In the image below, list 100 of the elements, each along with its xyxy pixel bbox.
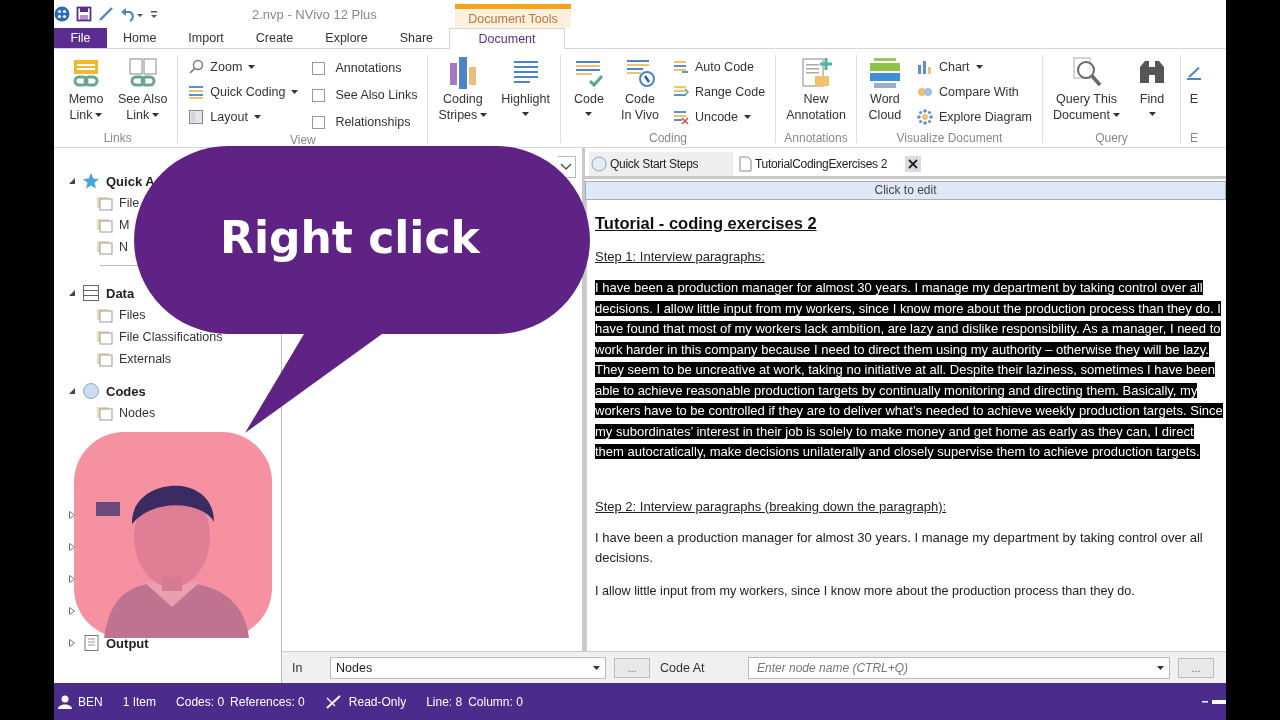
folder-icon: [96, 195, 114, 211]
paragraph: I have been a production manager for almost 30 years. I manage my department by taking control over all decisions.: [595, 528, 1204, 567]
expanded-icon[interactable]: [68, 177, 76, 185]
read-only-status: Read-Only: [348, 694, 407, 709]
ribbon-button[interactable]: Uncode: [670, 107, 768, 127]
collapsed-icon[interactable]: [68, 543, 76, 551]
node-type-dropdown[interactable]: Nodes: [330, 656, 606, 679]
group-label: Links: [103, 131, 132, 147]
nav-item[interactable]: File Classifications: [119, 330, 223, 344]
item-count: 1 Item: [122, 694, 157, 709]
checkbox[interactable]: See Also Links: [310, 84, 420, 106]
group-label: View: [289, 133, 316, 147]
zoom-control-icon[interactable]: [1202, 698, 1226, 705]
nav-item[interactable]: M: [119, 218, 130, 232]
nav-item[interactable]: Files: [119, 308, 146, 322]
ribbon-button[interactable]: Chart: [914, 57, 1034, 77]
circle-icon: [82, 382, 100, 400]
ribbon-button[interactable]: Explore Diagram: [914, 107, 1034, 127]
collapsed-icon[interactable]: [68, 575, 76, 583]
group-label: Coding: [649, 131, 688, 147]
folder-icon: [96, 307, 114, 323]
auto-code-icon: [672, 59, 689, 75]
ribbon-tab[interactable]: Explore: [309, 28, 384, 48]
browse-button[interactable]: ...: [614, 657, 650, 678]
ribbon-button[interactable]: Memo Link: [62, 53, 110, 125]
ribbon-button[interactable]: Auto Code: [670, 57, 768, 77]
ribbon-button[interactable]: Code In Vivo: [614, 53, 665, 125]
close-icon[interactable]: [905, 156, 921, 172]
checkbox[interactable]: Annotations: [310, 57, 420, 79]
ribbon-button[interactable]: E: [1185, 53, 1203, 109]
folder-icon: [96, 329, 114, 345]
layout-icon: [188, 109, 205, 125]
nav-section[interactable]: Data: [106, 285, 135, 301]
ribbon-button[interactable]: New Annotation: [780, 53, 852, 125]
browse-button[interactable]: ...: [1178, 657, 1214, 678]
group-label: E: [1190, 131, 1198, 147]
ribbon-button[interactable]: Quick Coding: [186, 82, 301, 102]
ribbon-button[interactable]: Code: [564, 53, 613, 118]
document-heading: Step 1: Interview paragraphs:: [595, 249, 766, 264]
edit-icon: [1187, 66, 1201, 80]
group-label: Visualize Document: [896, 131, 1003, 147]
ribbon-button[interactable]: See Also Link: [112, 53, 174, 125]
expanded-icon[interactable]: [68, 387, 76, 395]
ribbon-button[interactable]: Highlight: [495, 53, 556, 118]
references-count: References: 0: [230, 694, 305, 709]
caret-icon: [593, 665, 600, 670]
undo-icon[interactable]: [120, 6, 144, 22]
see-also-link-icon: [126, 57, 159, 89]
code-at-label: Code At: [659, 660, 706, 675]
search-icon: [188, 59, 205, 75]
ribbon-tab[interactable]: Import: [172, 28, 240, 48]
nav-item[interactable]: Externals: [119, 352, 172, 366]
ribbon-button[interactable]: Find: [1128, 53, 1176, 118]
checkbox[interactable]: Relationships: [310, 111, 420, 133]
editor-tab[interactable]: Quick Start Steps: [589, 152, 733, 176]
ribbon-button[interactable]: Zoom: [186, 57, 301, 77]
nav-item[interactable]: N: [119, 240, 129, 254]
ribbon-tab[interactable]: Document: [449, 28, 566, 49]
ribbon-button[interactable]: Query This Document: [1047, 53, 1126, 125]
node-name-field[interactable]: Enter node name (CTRL+Q): [748, 656, 1170, 679]
user-name: BEN: [78, 694, 103, 709]
star-icon: [82, 172, 100, 190]
file-menu-tab[interactable]: File: [54, 28, 107, 48]
document-title: Tutorial - coding exercises 2: [595, 214, 818, 233]
group-label: Query: [1095, 131, 1128, 147]
report-icon: [82, 634, 100, 652]
nav-section[interactable]: Output: [106, 635, 149, 651]
nav-section[interactable]: Codes: [106, 383, 146, 399]
in-label: In: [292, 660, 304, 675]
column-number: Column: 0: [468, 694, 523, 709]
contextual-tab-group: Document Tools: [455, 4, 571, 28]
ribbon-button[interactable]: Range Code: [670, 82, 768, 102]
document-icon: [739, 156, 752, 172]
nav-item[interactable]: File: [119, 196, 140, 210]
ribbon-tab[interactable]: Home: [107, 28, 173, 48]
new-annotation-icon: [799, 56, 834, 90]
folder-icon: [96, 217, 114, 233]
nav-item[interactable]: Nodes: [119, 406, 156, 420]
ribbon-tab[interactable]: Share: [383, 28, 450, 48]
ribbon-tab[interactable]: Create: [239, 28, 310, 48]
save-icon[interactable]: [76, 6, 92, 22]
ribbon-button[interactable]: Word Cloud: [860, 53, 909, 125]
ribbon-button[interactable]: Compare With: [914, 82, 1034, 102]
line-number: Line: 8: [426, 694, 463, 709]
chevron-down-icon: [560, 163, 572, 171]
expanded-icon[interactable]: [68, 289, 76, 297]
ribbon-button[interactable]: Layout: [186, 107, 301, 127]
click-to-edit-bar[interactable]: Click to edit: [585, 181, 1226, 200]
user-icon: [58, 694, 72, 709]
collapsed-icon[interactable]: [68, 639, 76, 647]
paragraph: I allow little input from my workers, since I know more about the production process than they do.: [595, 582, 1136, 600]
paragraph: I have been a production manager for almost 30 years. I manage my department by taking control over all decisions. I allow little input from my workers, since I know more about the production process than they do. I have found that most of my workers lack ambition, are lazy and dislike responsibility. As a manager, I need to work harder in this company because I need to direct them using my authority – otherwise they will be lazy. They seem to be uncreative at work, taking no initiative at all. Despite their laziness, sometimes I have been able to achieve reasonable production targets by continually monitoring and directing them. Basically, my workers have to be controlled if they are to deliver what’s needed to achieve weekly production targets. Since my subordinates’ interest in their job is solely to make money and get home as early as they can, I direct them autocratically, make decisions unilaterally and closely supervise them to achieve production targets.: [595, 279, 1224, 461]
caret-icon: [1157, 665, 1164, 670]
collapsed-icon[interactable]: [68, 511, 76, 519]
ribbon-button[interactable]: Coding Stripes: [432, 53, 494, 125]
group-label: Annotations: [784, 131, 848, 147]
folder-icon: [96, 405, 114, 421]
codes-count: Codes: 0: [176, 694, 225, 709]
callout-text: Right click: [220, 212, 480, 263]
collapsed-icon[interactable]: [68, 607, 76, 615]
